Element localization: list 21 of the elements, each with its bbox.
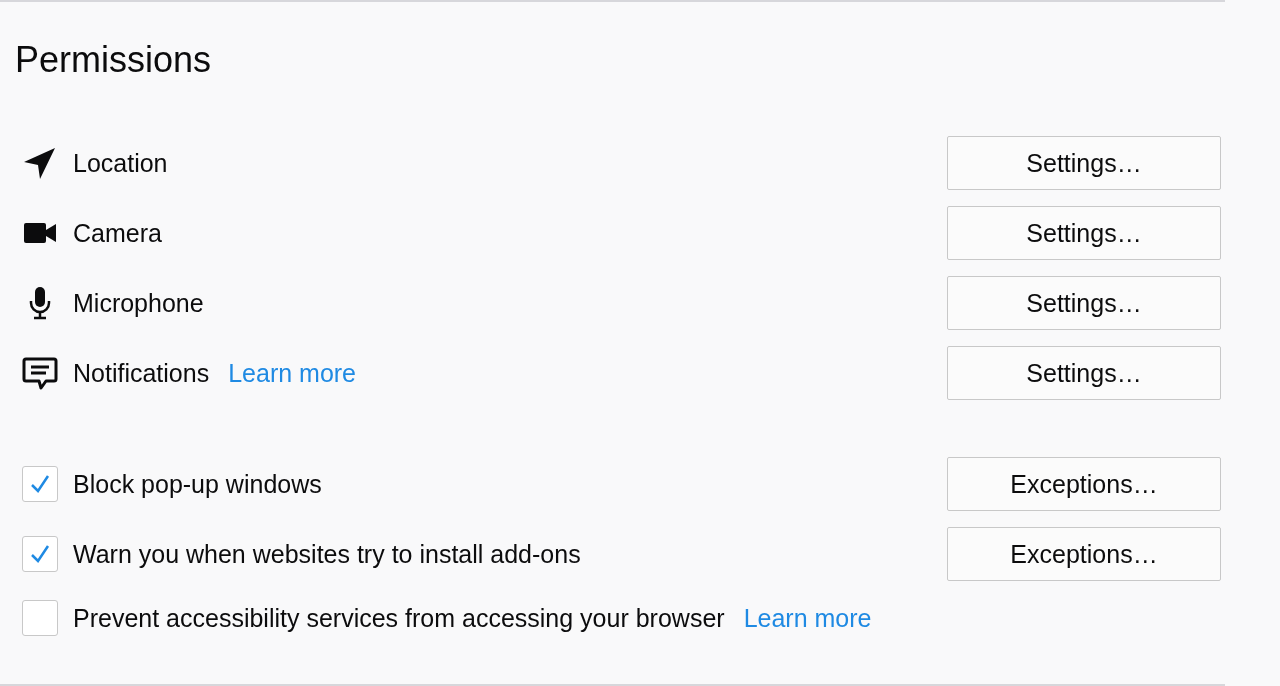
- permission-label: Notifications: [73, 358, 210, 388]
- permission-label: Location: [73, 148, 168, 178]
- checkmark-icon: [29, 473, 51, 495]
- settings-button[interactable]: Settings…: [947, 276, 1221, 330]
- option-label: Prevent accessibility services from accessing your browser: [73, 603, 725, 633]
- option-label: Warn you when websites try to install add-ons: [73, 539, 581, 569]
- option-label: Block pop-up windows: [73, 469, 322, 499]
- settings-button[interactable]: Settings…: [947, 206, 1221, 260]
- settings-button[interactable]: Settings…: [947, 136, 1221, 190]
- settings-button[interactable]: Settings…: [947, 346, 1221, 400]
- checkbox[interactable]: [22, 466, 58, 502]
- section-title: Permissions: [15, 38, 213, 82]
- permission-label: Microphone: [73, 288, 204, 318]
- exceptions-button[interactable]: Exceptions…: [947, 457, 1221, 511]
- checkmark-icon: [29, 543, 51, 565]
- checkbox[interactable]: [22, 600, 58, 636]
- exceptions-button[interactable]: Exceptions…: [947, 527, 1221, 581]
- navigation-arrow-icon: [22, 145, 58, 181]
- checkbox[interactable]: [22, 536, 58, 572]
- permission-label: Camera: [73, 218, 162, 248]
- speech-bubble-icon: [22, 355, 58, 391]
